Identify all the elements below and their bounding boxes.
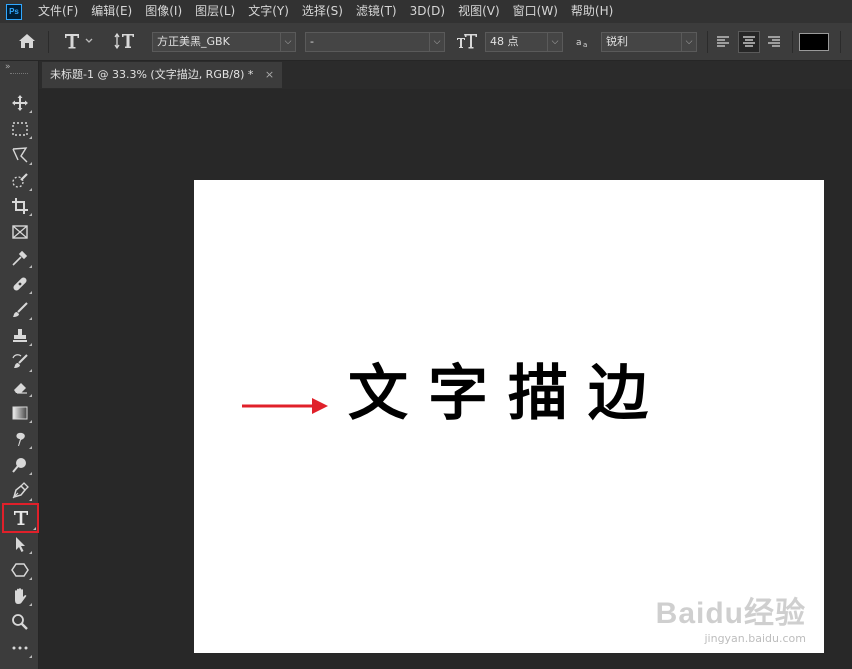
- crop-tool-icon[interactable]: [7, 195, 33, 217]
- antialias-icon: aa: [576, 35, 594, 52]
- smudge-tool-icon[interactable]: [7, 428, 33, 450]
- dodge-tool-icon[interactable]: [7, 454, 33, 476]
- menu-file[interactable]: 文件(F): [32, 0, 85, 23]
- menu-view[interactable]: 视图(V): [452, 0, 507, 23]
- orientation-icon[interactable]: [114, 31, 136, 54]
- tab-title: 未标题-1 @ 33.3% (文字描边, RGB/8) *: [50, 68, 254, 81]
- type-tool-icon[interactable]: [2, 503, 39, 533]
- history-brush-tool-icon[interactable]: [7, 351, 33, 373]
- chevron-down-icon: ⌵: [681, 33, 696, 51]
- zoom-tool-icon[interactable]: [7, 611, 33, 633]
- more-tools-icon[interactable]: [7, 637, 33, 659]
- font-style-select[interactable]: - ⌵: [305, 32, 445, 52]
- svg-text:a: a: [576, 38, 582, 48]
- text-color-swatch[interactable]: [799, 33, 829, 51]
- document-canvas[interactable]: 文字描边 Baidu经验 jingyan.baidu.com: [194, 180, 824, 653]
- path-selection-tool-icon[interactable]: [7, 533, 33, 555]
- collapse-panel-icon[interactable]: »: [5, 62, 11, 72]
- align-center-icon[interactable]: [738, 31, 760, 53]
- document-tab-bar: 未标题-1 @ 33.3% (文字描边, RGB/8) * ×: [39, 61, 852, 89]
- watermark-url: jingyan.baidu.com: [704, 632, 806, 645]
- font-size-icon: [456, 32, 478, 53]
- canvas-text-layer[interactable]: 文字描边: [348, 364, 668, 424]
- separator: [48, 31, 49, 53]
- menu-layer[interactable]: 图层(L): [189, 0, 242, 23]
- antialias-value: 锐利: [606, 35, 628, 48]
- menu-help[interactable]: 帮助(H): [565, 0, 620, 23]
- menu-window[interactable]: 窗口(W): [507, 0, 565, 23]
- watermark: Baidu经验 jingyan.baidu.com: [656, 588, 806, 645]
- chevron-down-icon: ⌵: [547, 33, 562, 51]
- align-right-icon[interactable]: [764, 32, 784, 52]
- pen-tool-icon[interactable]: [7, 480, 33, 502]
- eyedropper-tool-icon[interactable]: [7, 247, 33, 269]
- photoshop-logo-icon[interactable]: Ps: [6, 3, 22, 20]
- move-tool-icon[interactable]: [7, 92, 33, 114]
- menu-3d[interactable]: 3D(D): [404, 0, 452, 23]
- font-style-value: -: [310, 35, 314, 48]
- brush-tool-icon[interactable]: [7, 299, 33, 321]
- font-size-select[interactable]: 48 点 ⌵: [485, 32, 563, 52]
- font-size-value: 48 点: [490, 35, 519, 48]
- close-icon[interactable]: ×: [265, 68, 274, 81]
- watermark-brand: Baidu经验: [655, 597, 806, 630]
- gradient-tool-icon[interactable]: [7, 402, 33, 424]
- align-left-icon[interactable]: [713, 32, 733, 52]
- marquee-tool-icon[interactable]: [7, 118, 33, 140]
- lasso-tool-icon[interactable]: [7, 144, 33, 166]
- quick-selection-tool-icon[interactable]: [7, 170, 33, 192]
- frame-tool-icon[interactable]: [7, 221, 33, 243]
- panel-grip[interactable]: [10, 73, 28, 76]
- menu-image[interactable]: 图像(I): [139, 0, 189, 23]
- menu-filter[interactable]: 滤镜(T): [350, 0, 404, 23]
- menu-edit[interactable]: 编辑(E): [85, 0, 139, 23]
- options-bar: 方正美黑_GBK ⌵ - ⌵ 48 点 ⌵ aa 锐利 ⌵: [0, 23, 852, 61]
- shape-tool-icon[interactable]: [7, 559, 33, 581]
- tab-document[interactable]: 未标题-1 @ 33.3% (文字描边, RGB/8) * ×: [42, 62, 283, 88]
- separator: [840, 31, 841, 53]
- menu-select[interactable]: 选择(S): [296, 0, 350, 23]
- eraser-tool-icon[interactable]: [7, 376, 33, 398]
- svg-text:a: a: [583, 41, 587, 49]
- hand-tool-icon[interactable]: [7, 585, 33, 607]
- tools-panel: »: [0, 61, 39, 669]
- stamp-tool-icon[interactable]: [7, 325, 33, 347]
- home-icon[interactable]: [18, 33, 36, 52]
- chevron-down-icon: ⌵: [280, 33, 295, 51]
- menu-bar: Ps 文件(F) 编辑(E) 图像(I) 图层(L) 文字(Y) 选择(S) 滤…: [0, 0, 852, 23]
- arrow-icon: [242, 398, 328, 414]
- separator: [792, 31, 793, 53]
- healing-brush-tool-icon[interactable]: [7, 273, 33, 295]
- separator: [707, 31, 708, 53]
- antialias-select[interactable]: 锐利 ⌵: [601, 32, 697, 52]
- font-family-value: 方正美黑_GBK: [157, 35, 230, 48]
- menu-type[interactable]: 文字(Y): [242, 0, 296, 23]
- font-family-select[interactable]: 方正美黑_GBK ⌵: [152, 32, 296, 52]
- type-tool-preset-icon[interactable]: [62, 31, 96, 54]
- chevron-down-icon: ⌵: [429, 33, 444, 51]
